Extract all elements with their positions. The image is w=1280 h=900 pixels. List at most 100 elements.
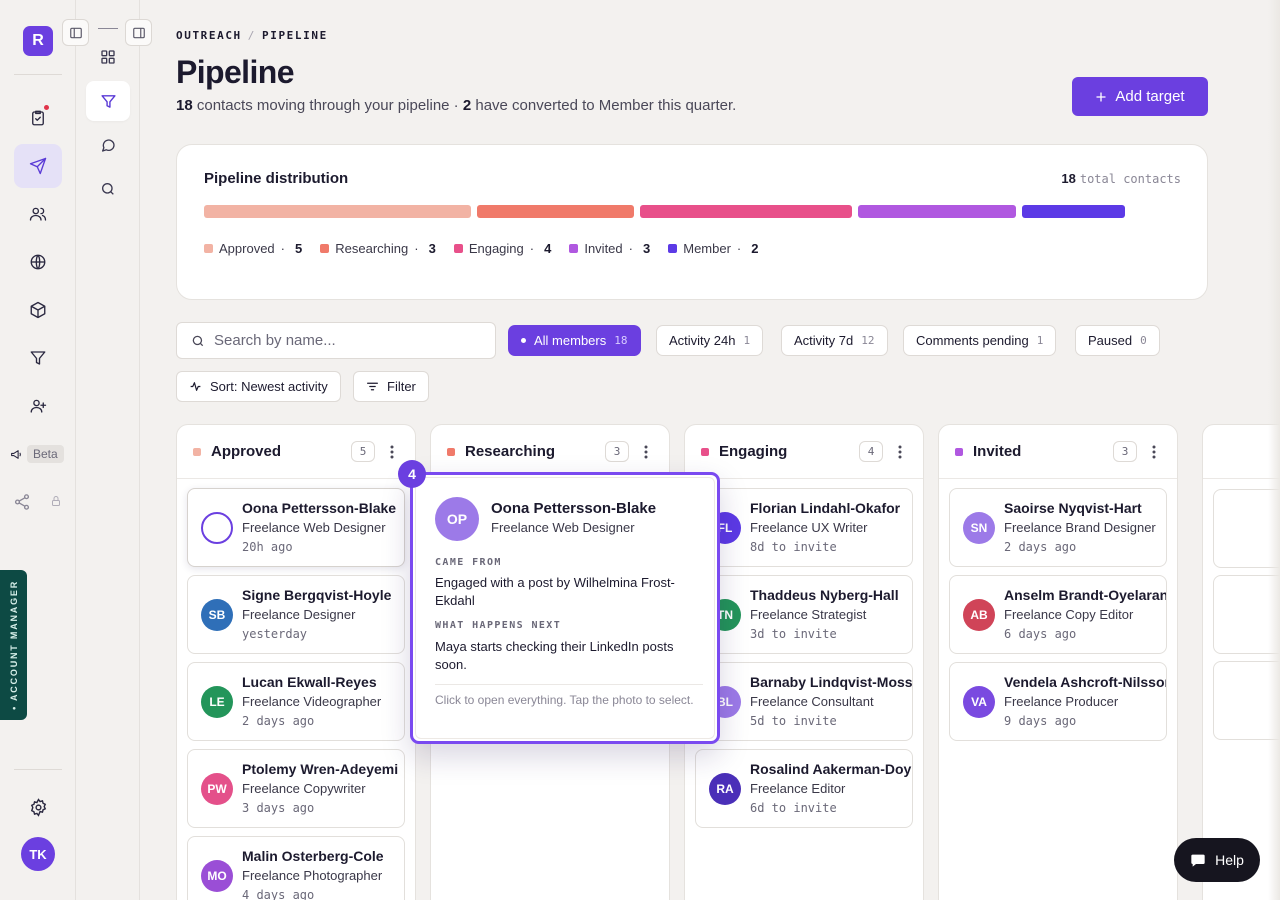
contact-time: 5d to invite (750, 714, 837, 728)
column-header: Approved 5 (177, 425, 415, 479)
column-engaging: Engaging 4 FL Florian Lindahl-Okafor Freelan… (684, 424, 924, 900)
add-target-button[interactable]: Add target (1072, 77, 1208, 116)
more-vertical-icon[interactable] (639, 445, 653, 459)
contact-role: Freelance Web Designer (242, 520, 386, 535)
column-swatch (447, 447, 455, 456)
contact-avatar[interactable]: SB (201, 599, 233, 631)
account-manager-tab[interactable]: • ACCOUNT MANAGER (0, 570, 27, 720)
filter-chip[interactable]: Comments pending 1 (903, 325, 1057, 356)
breadcrumb-outreach[interactable]: OUTREACH (176, 29, 242, 42)
came-from-label: CAME FROM (435, 557, 502, 568)
sort-button[interactable]: Sort: Newest activity (176, 371, 341, 402)
notification-dot (44, 105, 49, 110)
came-from-text: Engaged with a post by Wilhelmina Frost-… (435, 575, 675, 608)
contact-time: 9 days ago (1004, 714, 1077, 728)
subnav-messages[interactable] (86, 125, 130, 165)
search-input[interactable] (214, 332, 464, 349)
beta-feature[interactable]: Beta (10, 445, 64, 463)
contact-avatar[interactable]: SN (963, 512, 995, 544)
contact-avatar[interactable]: PW (201, 773, 233, 805)
contact-time: 3d to invite (750, 627, 837, 641)
contact-avatar[interactable]: VA (963, 686, 995, 718)
contact-card[interactable]: VA Vendela Ashcroft-Nilsson Freelance Prod… (949, 662, 1167, 741)
contact-card[interactable]: RA Rosalind Aakerman-Doyle Freelance Edito… (695, 749, 913, 828)
distribution-title: Pipeline distribution (204, 170, 349, 187)
contact-card[interactable]: BL Barnaby Lindqvist-Moss Freelance Consul… (695, 662, 913, 741)
legend-swatch (204, 244, 213, 253)
contact-avatar[interactable]: LE (201, 686, 233, 718)
user-group-icon (30, 399, 47, 413)
next-step-text: Maya starts checking their LinkedIn post… (435, 639, 674, 672)
secondary-rail (62, 0, 152, 900)
contact-name: Thaddeus Nyberg-Hall (750, 587, 899, 603)
workspace-logo[interactable]: R (23, 26, 53, 56)
distribution-bar-approved[interactable] (204, 205, 471, 218)
contact-card[interactable]: MO Malin Osterberg-Cole Freelance Photogra… (187, 836, 405, 900)
pipeline-distribution-card: Pipeline distribution 18 total contacts A… (176, 144, 1208, 300)
contact-popover[interactable]: OP Oona Pettersson-Blake Freelance Web D… (410, 472, 720, 744)
distribution-bar-invited[interactable] (858, 205, 1016, 218)
rail-people[interactable] (14, 192, 62, 236)
subnav-search[interactable] (86, 169, 130, 209)
contact-avatar[interactable] (201, 512, 233, 544)
distribution-bar-researching[interactable] (476, 205, 634, 218)
contact-card[interactable]: LE Lucan Ekwall-Reyes Freelance Videograph… (187, 662, 405, 741)
contact-avatar[interactable]: RA (709, 773, 741, 805)
search-box[interactable] (176, 322, 496, 359)
filter-button[interactable]: Filter (353, 371, 429, 402)
contact-card[interactable]: TN Thaddeus Nyberg-Hall Freelance Strategi… (695, 575, 913, 654)
user-avatar[interactable]: TK (21, 837, 55, 871)
help-button[interactable]: Help (1174, 838, 1260, 882)
rail-funnel[interactable] (14, 336, 62, 380)
filter-chip[interactable]: Paused 0 (1075, 325, 1160, 356)
rail-divider (14, 74, 62, 75)
subnav-dashboard[interactable] (86, 37, 130, 77)
filter-chip[interactable]: Activity 24h 1 (656, 325, 764, 356)
subnav-pipeline[interactable] (86, 81, 130, 121)
contact-name: Saoirse Nyqvist-Hart (1004, 500, 1142, 516)
rail-tasks[interactable] (14, 96, 62, 140)
rail-outreach[interactable] (14, 144, 62, 188)
distribution-bar-member[interactable] (1021, 205, 1125, 218)
contact-avatar[interactable]: MO (201, 860, 233, 892)
contact-name: Lucan Ekwall-Reyes (242, 674, 377, 690)
contact-card[interactable]: Oona Pettersson-Blake Freelance Web Desig… (187, 488, 405, 567)
contact-card[interactable]: SB Signe Bergqvist-Hoyle Freelance Designe… (187, 575, 405, 654)
contact-card[interactable]: SN Saoirse Nyqvist-Hart Freelance Brand De… (949, 488, 1167, 567)
box-icon (30, 301, 46, 319)
distribution-bar-engaging[interactable] (640, 205, 852, 218)
funnel-icon (100, 94, 116, 108)
beta-badge: Beta (27, 445, 64, 463)
active-dot (521, 338, 526, 343)
share-nodes-icon (14, 494, 30, 510)
filter-chip[interactable]: All members 18 (508, 325, 641, 356)
contact-avatar[interactable]: AB (963, 599, 995, 631)
contact-name: Rosalind Aakerman-Doyle (750, 761, 913, 777)
page-title: Pipeline (176, 54, 295, 90)
activity-icon (190, 382, 201, 391)
more-vertical-icon[interactable] (1147, 445, 1161, 459)
more-vertical-icon[interactable] (385, 445, 399, 459)
column-header: Engaging 4 (685, 425, 923, 479)
filter-chip[interactable]: Activity 7d 12 (781, 325, 888, 356)
contact-role: Freelance Brand Designer (1004, 520, 1156, 535)
gear-icon (30, 797, 46, 817)
rail-share[interactable] (0, 480, 44, 524)
rail-products[interactable] (14, 288, 62, 332)
contact-card[interactable]: FL Florian Lindahl-Okafor Freelance UX Wri… (695, 488, 913, 567)
contact-card[interactable]: PW Ptolemy Wren-Adeyemi Freelance Copywrit… (187, 749, 405, 828)
rail-network[interactable] (14, 240, 62, 284)
rail-contacts[interactable] (14, 384, 62, 428)
contact-role: Freelance Photographer (242, 868, 383, 883)
legend-item: Member · 2 (668, 241, 759, 256)
popover-avatar[interactable]: OP (435, 497, 479, 541)
search-icon (102, 183, 114, 195)
breadcrumb: OUTREACH / PIPELINE (176, 29, 328, 42)
popover-hint: Click to open everything. Tap the photo … (435, 693, 694, 707)
rail-settings[interactable] (14, 785, 62, 829)
contact-card[interactable]: AB Anselm Brandt-Oyelaran Freelance Copy E… (949, 575, 1167, 654)
legend-item: Invited · 3 (569, 241, 650, 256)
more-vertical-icon[interactable] (893, 445, 907, 459)
collapse-rail-button[interactable] (62, 19, 89, 46)
chat-bubble-icon (102, 139, 115, 152)
